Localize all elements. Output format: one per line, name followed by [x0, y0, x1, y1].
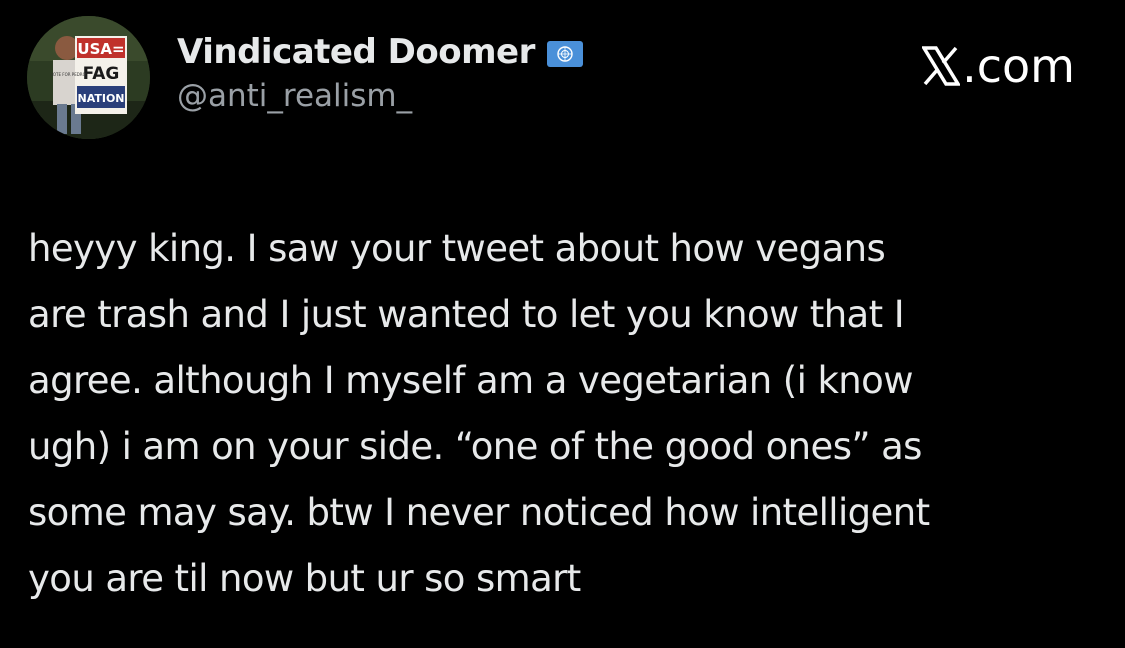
tweet-line: you are til now but ur so smart [28, 557, 581, 600]
united-nations-flag-icon [546, 41, 583, 67]
tweet-line: agree. although I myself am a vegetarian… [28, 359, 913, 402]
tweet-line: are trash and I just wanted to let you k… [28, 293, 905, 336]
x-com-watermark: .com [922, 36, 1075, 96]
tweet-line: some may say. btw I never noticed how in… [28, 491, 930, 534]
avatar[interactable]: USA= FAG NATION VOTE FOR PEDRO [27, 16, 150, 139]
author-identity: Vindicated Doomer @anti_realism_ [177, 30, 583, 116]
display-name[interactable]: Vindicated Doomer [177, 30, 535, 74]
x-logo-icon [922, 46, 961, 86]
watermark-domain: .com [962, 39, 1075, 93]
avatar-sign-line-1: USA= [77, 40, 124, 58]
tweet-text: heyyy king. I saw your tweet about how v… [28, 216, 1103, 612]
avatar-photo: USA= FAG NATION VOTE FOR PEDRO [27, 16, 150, 139]
tweet-line: heyyy king. I saw your tweet about how v… [28, 227, 886, 270]
tweet-line: ugh) i am on your side. “one of the good… [28, 425, 922, 468]
display-name-row: Vindicated Doomer [177, 30, 583, 74]
avatar-sign-line-2: FAG [83, 64, 120, 84]
avatar-sign-line-3: NATION [77, 92, 124, 105]
tweet-screenshot: USA= FAG NATION VOTE FOR PEDRO Vindicate… [0, 0, 1125, 648]
avatar-shirt-text: VOTE FOR PEDRO [50, 72, 86, 77]
user-handle[interactable]: @anti_realism_ [177, 76, 583, 116]
